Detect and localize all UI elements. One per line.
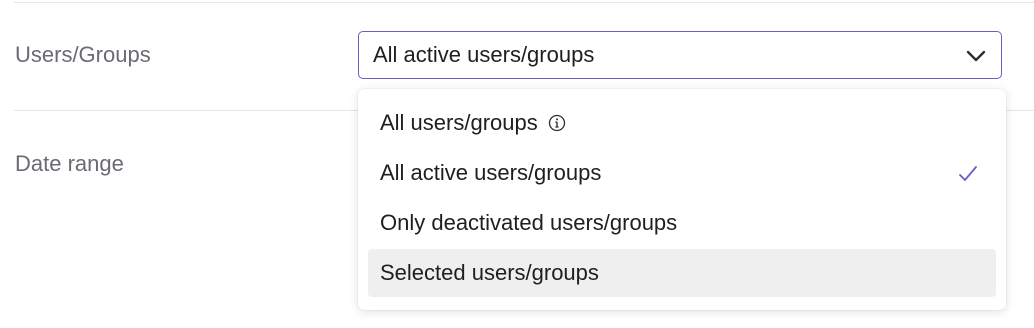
option-label: Selected users/groups (380, 260, 599, 285)
users-groups-select[interactable]: All active users/groups (358, 31, 1002, 79)
divider (14, 2, 1034, 3)
chevron-down-icon (965, 45, 987, 67)
option-label: All users/groups (380, 110, 538, 135)
option-all-users-groups[interactable]: All users/groups (368, 99, 996, 147)
option-selected-users-groups[interactable]: Selected users/groups (368, 249, 996, 297)
option-all-active-users-groups[interactable]: All active users/groups (368, 149, 996, 197)
users-groups-dropdown: All users/groups All active users/groups (358, 89, 1006, 310)
option-only-deactivated-users-groups[interactable]: Only deactivated users/groups (368, 199, 996, 247)
info-icon[interactable] (547, 113, 567, 133)
date-range-label: Date range (15, 151, 124, 176)
select-value: All active users/groups (373, 42, 595, 67)
users-groups-label: Users/Groups (15, 42, 151, 67)
filter-panel: Users/Groups All active users/groups Dat… (0, 0, 1034, 328)
check-icon (956, 162, 980, 186)
option-label: All active users/groups (380, 160, 602, 185)
option-label: Only deactivated users/groups (380, 210, 678, 235)
